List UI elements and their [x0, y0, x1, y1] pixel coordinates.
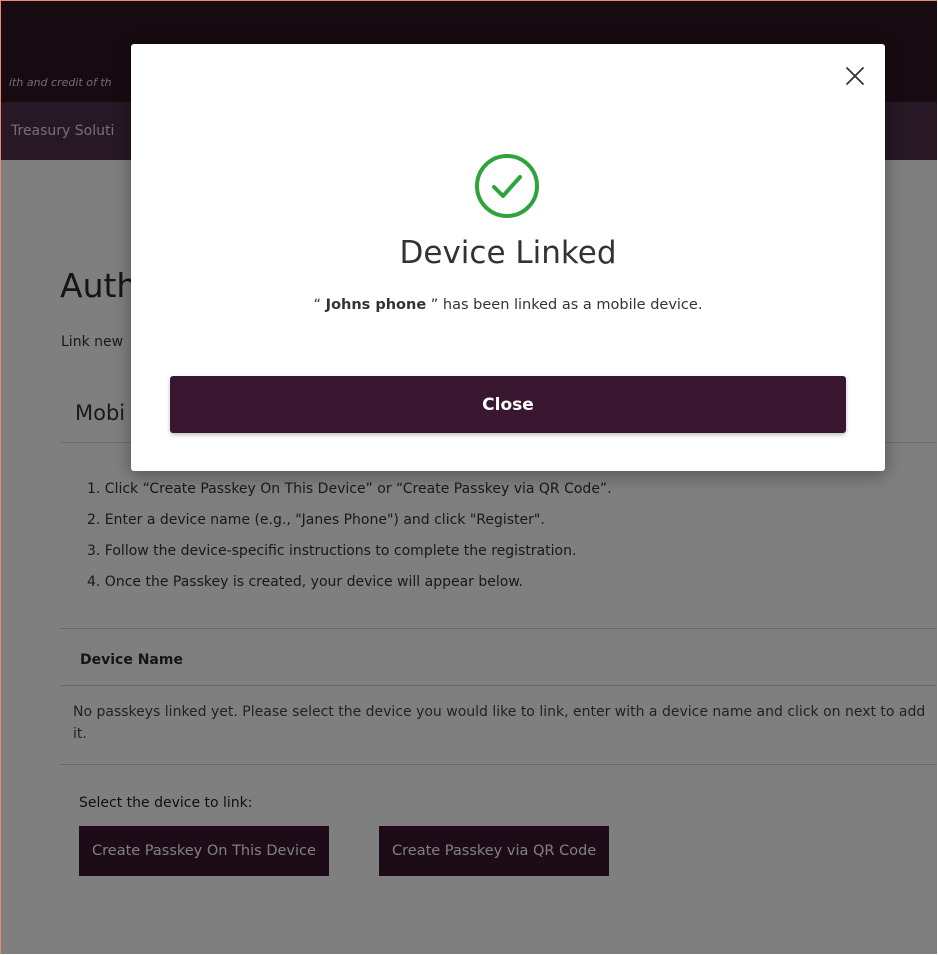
close-button[interactable]: Close [170, 376, 846, 433]
check-circle-icon [473, 152, 541, 220]
modal-message: “ Johns phone ” has been linked as a mob… [131, 297, 885, 313]
close-icon[interactable] [843, 64, 867, 88]
message-prefix: “ [313, 297, 326, 313]
message-suffix: ” has been linked as a mobile device. [426, 297, 703, 313]
app-frame: ith and credit of th Treasury Soluti Aut… [0, 0, 937, 954]
modal-title: Device Linked [399, 235, 617, 271]
device-linked-modal: Device Linked “ Johns phone ” has been l… [131, 44, 885, 471]
device-name: Johns phone [325, 297, 427, 313]
